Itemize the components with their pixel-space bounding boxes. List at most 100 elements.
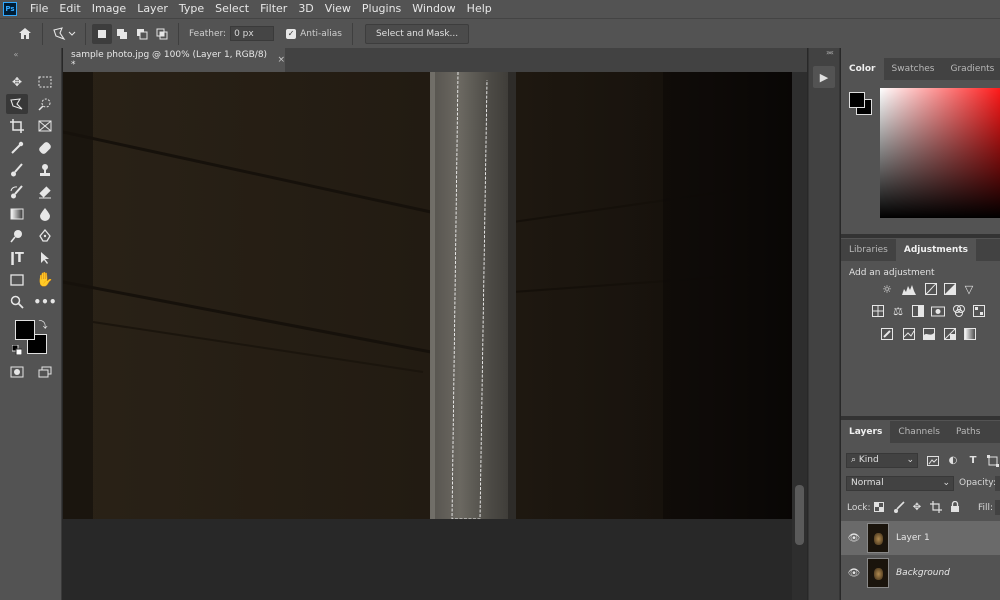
levels-icon[interactable] (902, 282, 916, 296)
menu-file[interactable]: File (25, 0, 54, 18)
feather-input[interactable] (230, 26, 275, 41)
blur-tool-icon[interactable] (34, 204, 56, 224)
select-and-mask-button[interactable]: Select and Mask... (364, 23, 470, 44)
invert-icon[interactable] (880, 327, 894, 341)
photo-filter-icon[interactable] (931, 304, 945, 318)
channel-mixer-icon[interactable] (952, 304, 966, 318)
gradient-map-icon[interactable] (963, 327, 977, 341)
rectangle-tool-icon[interactable] (6, 270, 28, 290)
layer-row-background[interactable]: 👁 Background (841, 556, 1000, 590)
history-brush-tool-icon[interactable] (6, 182, 28, 202)
fill-field[interactable] (995, 500, 1000, 515)
lock-transparent-pixels-icon[interactable] (872, 500, 886, 514)
menu-window[interactable]: Window (407, 0, 461, 18)
document-tab[interactable]: sample photo.jpg @ 100% (Layer 1, RGB/8)… (63, 48, 285, 72)
path-selection-tool-icon[interactable] (34, 248, 56, 268)
home-icon[interactable] (14, 24, 36, 44)
document-canvas[interactable] (63, 72, 792, 519)
default-colors-icon[interactable] (11, 344, 23, 356)
eraser-tool-icon[interactable] (34, 182, 56, 202)
menu-plugins[interactable]: Plugins (357, 0, 407, 18)
intersect-selection-icon[interactable] (152, 24, 172, 44)
color-lookup-icon[interactable] (972, 304, 986, 318)
tab-libraries[interactable]: Libraries (841, 239, 896, 261)
screen-mode-icon[interactable] (34, 362, 56, 382)
menu-3d[interactable]: 3D (293, 0, 319, 18)
polygonal-lasso-preset-icon[interactable] (49, 24, 79, 44)
menu-type[interactable]: Type (174, 0, 210, 18)
tab-paths[interactable]: Paths (948, 421, 988, 443)
filter-adjustment-layers-icon[interactable]: ◐ (946, 453, 960, 468)
add-to-selection-icon[interactable] (112, 24, 132, 44)
brush-tool-icon[interactable] (6, 160, 28, 180)
menu-help[interactable]: Help (462, 0, 498, 18)
color-balance-icon[interactable]: ⚖ (891, 304, 905, 318)
tab-adjustments[interactable]: Adjustments (895, 239, 976, 261)
eyedropper-tool-icon[interactable] (6, 138, 28, 158)
posterize-icon[interactable] (902, 327, 916, 341)
close-icon[interactable]: × (277, 55, 285, 65)
clone-stamp-tool-icon[interactable] (34, 160, 56, 180)
collapse-arrows-icon[interactable]: « (5, 50, 27, 59)
brightness-contrast-icon[interactable]: ☼ (880, 282, 894, 296)
actions-play-icon[interactable]: ▶ (813, 66, 835, 88)
filter-type-layers-icon[interactable]: T (966, 453, 980, 468)
color-panel-foreground-swatch[interactable] (849, 92, 865, 108)
tab-gradients[interactable]: Gradients (943, 58, 1000, 80)
opacity-label: Opacity: (959, 478, 996, 488)
menu-view[interactable]: View (320, 0, 357, 18)
tab-layers[interactable]: Layers (841, 421, 891, 443)
subtract-from-selection-icon[interactable] (132, 24, 152, 44)
opacity-field[interactable] (995, 476, 1000, 491)
filter-shape-layers-icon[interactable] (986, 453, 1000, 468)
dodge-tool-icon[interactable] (6, 226, 28, 246)
move-tool-icon[interactable]: ✥ (6, 72, 28, 92)
more-tools-icon[interactable]: ••• (34, 292, 57, 312)
layer-row-layer-1[interactable]: 👁 Layer 1 (841, 521, 1000, 555)
scrollbar-thumb[interactable] (795, 485, 804, 545)
hue-saturation-icon[interactable] (871, 304, 885, 318)
foreground-color-swatch[interactable] (15, 320, 35, 340)
menu-filter[interactable]: Filter (255, 0, 293, 18)
marquee-tool-icon[interactable] (34, 72, 56, 92)
zoom-tool-icon[interactable] (6, 292, 28, 312)
layer-filter-kind-select[interactable]: ⌕ Kind ⌄ (846, 453, 918, 468)
frame-tool-icon[interactable] (34, 116, 56, 136)
gradient-tool-icon[interactable] (6, 204, 28, 224)
blend-mode-select[interactable]: Normal ⌄ (846, 476, 954, 491)
menu-layer[interactable]: Layer (132, 0, 174, 18)
quick-mask-icon[interactable] (6, 362, 28, 382)
swap-colors-icon[interactable]: ⤵ (37, 318, 49, 331)
color-picker-field[interactable] (880, 88, 1000, 218)
polygonal-lasso-tool-icon[interactable] (6, 94, 28, 114)
tab-color[interactable]: Color (841, 58, 884, 80)
menu-image[interactable]: Image (87, 0, 132, 18)
type-tool-icon[interactable]: ǀT (6, 248, 28, 268)
threshold-icon[interactable] (922, 327, 936, 341)
divider (178, 22, 179, 45)
tab-channels[interactable]: Channels (890, 421, 948, 443)
menu-select[interactable]: Select (210, 0, 255, 18)
healing-brush-tool-icon[interactable] (34, 138, 56, 158)
menu-edit[interactable]: Edit (54, 0, 86, 18)
visibility-eye-icon[interactable]: 👁 (841, 568, 867, 579)
pen-tool-icon[interactable] (34, 226, 56, 246)
hand-tool-icon[interactable]: ✋ (34, 270, 56, 290)
curves-icon[interactable] (924, 282, 938, 296)
exposure-icon[interactable] (943, 282, 957, 296)
filter-pixel-layers-icon[interactable] (926, 453, 940, 468)
lock-artboard-icon[interactable] (929, 500, 943, 514)
collapse-dock-icon[interactable]: « (829, 48, 834, 57)
crop-tool-icon[interactable] (6, 116, 28, 136)
visibility-eye-icon[interactable]: 👁 (841, 533, 867, 544)
selective-color-icon[interactable] (943, 327, 957, 341)
lock-all-icon[interactable] (948, 500, 962, 514)
black-white-icon[interactable] (911, 304, 925, 318)
vibrance-icon[interactable]: ▽ (962, 282, 976, 296)
lock-position-icon[interactable]: ✥ (910, 500, 924, 514)
lock-image-pixels-icon[interactable] (892, 500, 906, 514)
tab-swatches[interactable]: Swatches (884, 58, 943, 80)
quick-selection-tool-icon[interactable] (34, 94, 56, 114)
antialias-checkbox[interactable]: ✓ (286, 28, 297, 39)
new-selection-icon[interactable] (92, 23, 112, 44)
